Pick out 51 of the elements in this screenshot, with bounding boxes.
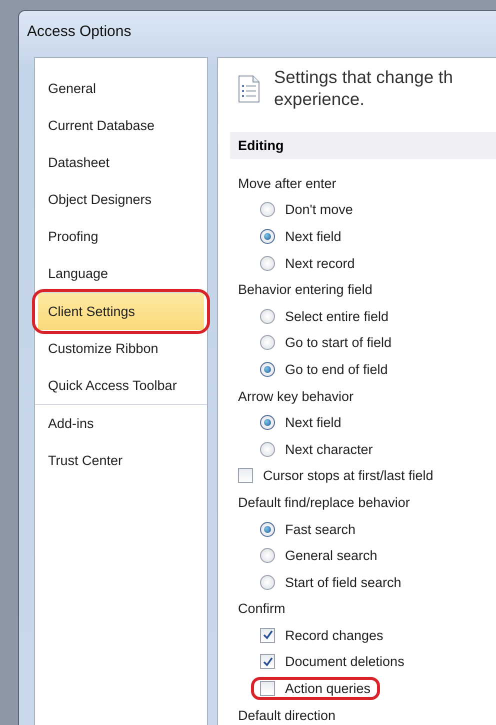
option-label: Document deletions (285, 654, 404, 670)
nav-item[interactable]: General (35, 70, 207, 107)
option-label: Next character (285, 442, 373, 457)
radio-button[interactable] (260, 415, 275, 430)
option-label: Action queries (285, 681, 371, 696)
radio-button[interactable] (260, 202, 275, 218)
group-label: Behavior entering field (238, 282, 372, 298)
option-label: Next field (285, 415, 342, 430)
option-label: Start of field search (285, 574, 402, 590)
option-label: Don't move (285, 202, 353, 218)
nav-item[interactable]: Add-ins (35, 405, 207, 442)
group-label: Default direction (238, 708, 336, 723)
checkbox[interactable] (260, 628, 275, 643)
settings-list-icon (236, 74, 262, 104)
group-label: Move after enter (238, 176, 336, 191)
nav-item[interactable]: Customize Ribbon (35, 330, 207, 367)
option-label: Cursor stops at first/last field (263, 468, 434, 484)
radio-button[interactable] (260, 256, 275, 271)
radio-button[interactable] (260, 335, 275, 350)
section-header: Editing (230, 132, 496, 159)
checkbox[interactable] (260, 654, 275, 670)
option-label: Next record (285, 256, 355, 271)
nav-item[interactable]: Language (35, 255, 207, 292)
radio-button[interactable] (260, 574, 275, 590)
checkbox[interactable] (238, 468, 253, 484)
radio-button[interactable] (260, 522, 275, 537)
option-label: Record changes (285, 628, 384, 643)
option-label: Fast search (285, 522, 356, 537)
radio-button[interactable] (260, 308, 275, 324)
checkbox[interactable] (260, 681, 275, 696)
option-label: Go to start of field (285, 335, 392, 350)
group-label: Confirm (238, 601, 286, 616)
option-label: Go to end of field (285, 362, 388, 377)
nav-item[interactable]: Datasheet (35, 144, 207, 181)
group-label: Arrow key behavior (238, 388, 354, 404)
group-label: Default find/replace behavior (238, 494, 410, 510)
nav-item[interactable]: Object Designers (35, 181, 207, 218)
nav-item[interactable]: Current Database (35, 107, 207, 144)
radio-button[interactable] (260, 228, 275, 244)
radio-button[interactable] (260, 548, 275, 564)
radio-button[interactable] (260, 362, 275, 377)
window-title: Access Options (26, 22, 132, 42)
nav-item[interactable]: Trust Center (35, 442, 207, 479)
header-text: experience. (274, 88, 366, 110)
nav-item[interactable]: Proofing (35, 218, 207, 255)
nav-item[interactable]: Quick Access Toolbar (35, 367, 207, 404)
option-label: General search (285, 548, 378, 564)
radio-button[interactable] (260, 442, 275, 457)
option-label: Next field (285, 228, 342, 244)
option-label: Select entire field (285, 308, 389, 324)
header-text: Settings that change th (274, 66, 454, 88)
